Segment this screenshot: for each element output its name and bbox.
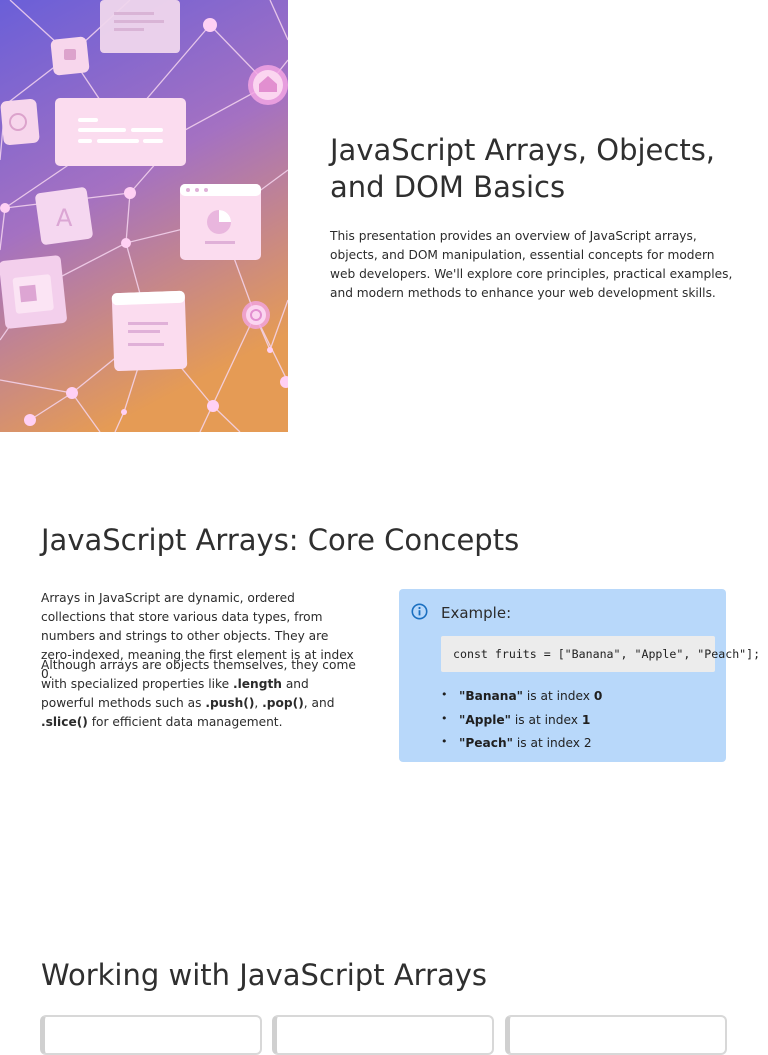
push-method: .push(): [205, 696, 255, 710]
item-name: "Banana": [459, 689, 524, 703]
item-text: is at index: [513, 736, 584, 750]
methods-text-3: for efficient data management.: [87, 715, 283, 729]
hero-network-illustration: A: [0, 0, 288, 432]
working-arrays-title: Working with JavaScript Arrays: [41, 958, 488, 992]
list-item: • "Peach" is at index 2: [441, 735, 602, 760]
methods-separator-2: , and: [303, 696, 335, 710]
arrays-core-title: JavaScript Arrays: Core Concepts: [41, 523, 520, 557]
info-icon: [411, 603, 428, 620]
bullet-icon: •: [441, 688, 448, 701]
bullet-icon: •: [441, 735, 448, 748]
hero-description: This presentation provides an overview o…: [330, 229, 733, 300]
method-card: [40, 1015, 262, 1055]
item-index: 1: [581, 712, 591, 727]
svg-text:A: A: [56, 204, 73, 232]
hero-title: JavaScript Arrays, Objects, and DOM Basi…: [330, 133, 716, 204]
item-name: "Apple": [459, 712, 512, 727]
example-callout: Example: const fruits = ["Banana", "Appl…: [399, 589, 760, 762]
code-text: const fruits = ["Banana", "Apple", "Peac…: [453, 647, 761, 661]
list-item: • "Banana" is at index 0: [441, 688, 603, 713]
methods-separator-1: ,: [254, 696, 263, 710]
arrays-methods-paragraph: Although arrays are objects themselves, …: [41, 656, 359, 732]
length-property: .length: [232, 677, 282, 691]
item-text: is at index: [523, 689, 594, 703]
item-name: "Peach": [459, 736, 514, 750]
hero-slide: A JavaScript Arrays, Objects, and DOM Ba…: [0, 0, 768, 432]
pop-method: .pop(): [262, 696, 304, 710]
method-card: [272, 1015, 494, 1055]
item-index: 2: [583, 736, 592, 750]
code-block: const fruits = ["Banana", "Apple", "Peac…: [441, 636, 760, 672]
slice-method: .slice(): [41, 715, 88, 729]
bullet-icon: •: [441, 711, 448, 725]
list-item: • "Apple" is at index 1: [441, 711, 602, 737]
example-index-list: • "Banana" is at index 0 • "Apple" is at i…: [441, 688, 603, 760]
method-card: [505, 1015, 727, 1055]
example-label: Example:: [441, 604, 512, 622]
item-text: is at index: [511, 712, 582, 727]
item-index: 0: [593, 689, 603, 703]
